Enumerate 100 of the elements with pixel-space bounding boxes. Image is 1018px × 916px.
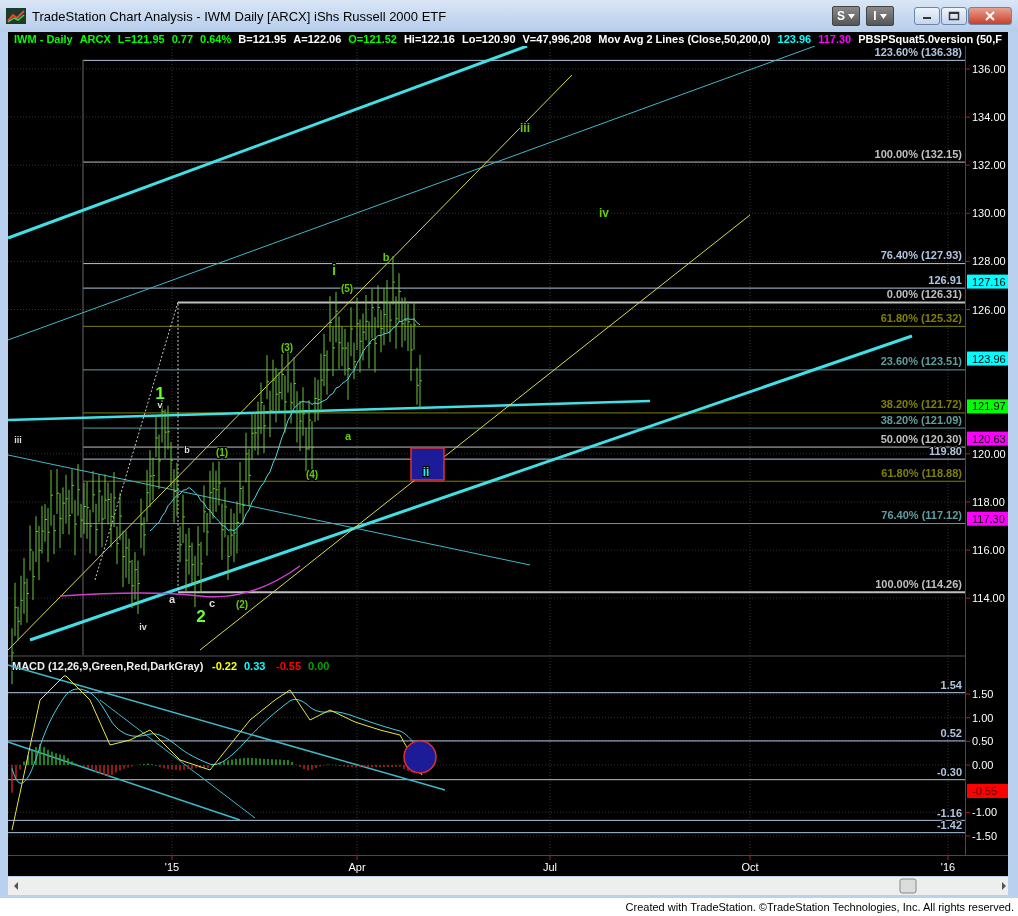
price-axis-label: 114.00 bbox=[972, 592, 1005, 605]
macd-reading: 0.00 bbox=[308, 660, 330, 672]
header-reading: L=121.95 bbox=[117, 32, 165, 46]
chart-icon bbox=[6, 8, 26, 24]
header-reading: 117.30 bbox=[818, 32, 852, 46]
header-reading: 123.96 bbox=[777, 32, 812, 46]
fib-level-label: 61.80% (118.88) bbox=[881, 466, 962, 479]
wave-label: c bbox=[208, 597, 216, 609]
header-reading: ARCX bbox=[79, 32, 111, 46]
header-reading: Mov Avg 2 Lines (Close,50,200,0) bbox=[598, 32, 771, 46]
macd-level-label: 0.52 bbox=[940, 727, 962, 740]
scroll-right-icon[interactable] bbox=[1002, 882, 1006, 890]
fib-level-label: 50.00% (120.30) bbox=[880, 432, 962, 445]
wave-label: (2) bbox=[235, 599, 249, 610]
price-axis-label: 134.00 bbox=[972, 111, 1006, 124]
header-reading: B=121.95 bbox=[238, 32, 287, 46]
fib-level-label: 61.80% (125.32) bbox=[880, 311, 962, 324]
wave-label: (1) bbox=[215, 447, 229, 458]
header-reading: V=47,996,208 bbox=[522, 32, 592, 46]
time-axis-label: Oct bbox=[741, 861, 759, 873]
wave-label: iv bbox=[599, 206, 609, 220]
fib-level-label: 100.00% (114.26) bbox=[875, 577, 962, 590]
dropdown-button[interactable]: S bbox=[832, 6, 860, 26]
close-icon bbox=[984, 11, 996, 21]
price-axis-label: 132.00 bbox=[972, 159, 1006, 172]
window-title: TradeStation Chart Analysis - IWM Daily [ARCX] iShs Russell 2000 ETF bbox=[32, 8, 447, 24]
target-zone-box bbox=[410, 447, 445, 481]
close-button[interactable] bbox=[968, 7, 1012, 25]
wave-label: 2 bbox=[196, 607, 206, 626]
macd-axis-label: 1.50 bbox=[972, 688, 994, 701]
fib-level-label: 76.40% (127.93) bbox=[880, 249, 962, 262]
macd-reading: 0.33 bbox=[244, 660, 266, 672]
time-axis-label: '16 bbox=[940, 861, 956, 873]
fib-level-label: 126.91 bbox=[928, 273, 962, 286]
macd-title: MACD (12,26,9,Green,Red,DarkGray) bbox=[12, 660, 204, 672]
time-axis-label: '15 bbox=[164, 861, 180, 873]
fib-level-label: 38.20% (121.72) bbox=[880, 398, 962, 411]
macd-level-label: -0.30 bbox=[936, 766, 962, 779]
maximize-button[interactable] bbox=[941, 7, 967, 25]
fib-level-label: 119.80 bbox=[928, 444, 962, 457]
header-reading: Hi=122.16 bbox=[403, 32, 455, 46]
wave-label: i bbox=[331, 261, 337, 278]
price-axis-label: 120.00 bbox=[972, 447, 1006, 460]
horizontal-scrollbar[interactable] bbox=[8, 877, 1008, 895]
macd-reading: -0.55 bbox=[276, 660, 302, 672]
fib-level-label: 100.00% (132.15) bbox=[874, 147, 962, 160]
fib-level-label: 38.20% (121.09) bbox=[880, 413, 962, 426]
maximize-icon bbox=[948, 11, 960, 21]
price-badge-label: 121.97 bbox=[972, 400, 1006, 413]
wave-label: a bbox=[344, 430, 352, 442]
macd-axis-label: -1.00 bbox=[972, 806, 998, 819]
price-axis-label: 118.00 bbox=[972, 495, 1005, 508]
header-reading: Lo=120.90 bbox=[462, 32, 516, 46]
macd-reading: -0.22 bbox=[212, 660, 238, 672]
wave-label: (3) bbox=[280, 342, 294, 353]
price-badge-label: 123.96 bbox=[972, 352, 1006, 365]
macd-level-label: 1.54 bbox=[940, 679, 962, 692]
fib-level-label: 123.60% (136.38) bbox=[874, 46, 962, 58]
wave-label: b bbox=[382, 251, 390, 263]
fib-level-label: 23.60% (123.51) bbox=[880, 355, 962, 368]
price-badge-label: 117.30 bbox=[972, 512, 1005, 525]
price-axis-label: 128.00 bbox=[972, 255, 1006, 268]
wave-label: iii bbox=[14, 435, 22, 445]
header-reading: A=122.06 bbox=[293, 32, 342, 46]
macd-badge-label: -0.55 bbox=[972, 785, 998, 797]
wave-label: a bbox=[168, 593, 176, 605]
fib-level-label: 76.40% (117.12) bbox=[881, 509, 962, 522]
price-axis-label: 136.00 bbox=[972, 63, 1006, 75]
price-axis-label: 126.00 bbox=[972, 303, 1006, 316]
price-axis-label: 116.00 bbox=[972, 544, 1005, 556]
caret-icon bbox=[879, 14, 887, 20]
wave-label: v bbox=[157, 400, 163, 410]
macd-axis-label: 0.00 bbox=[972, 759, 994, 771]
highlight-circle bbox=[403, 740, 437, 774]
macd-level-label: -1.42 bbox=[936, 819, 962, 832]
copyright-text: Created with TradeStation. ©TradeStation Technologies, Inc. All rights reserved. bbox=[625, 901, 1014, 913]
header-reading: 0.64% bbox=[200, 32, 232, 46]
scrollbar-thumb[interactable] bbox=[899, 878, 917, 894]
macd-axis-label: -1.50 bbox=[972, 829, 998, 842]
caret-icon bbox=[848, 14, 855, 20]
wave-label: 1 bbox=[155, 384, 165, 403]
wave-label: ii bbox=[422, 465, 430, 479]
header-reading: O=121.52 bbox=[348, 32, 397, 46]
header-reading: IWM - Daily bbox=[14, 32, 73, 46]
wave-label: (4) bbox=[305, 469, 319, 480]
macd-level-label: -1.16 bbox=[936, 806, 962, 819]
price-badge-label: 120.63 bbox=[972, 432, 1006, 445]
macd-axis-label: 1.00 bbox=[972, 711, 994, 724]
price-axis-label: 130.00 bbox=[972, 207, 1006, 220]
header-reading: PBSPSquat5.0version (50,F bbox=[858, 32, 1002, 46]
macd-axis-label: 0.50 bbox=[972, 735, 994, 748]
wave-label: iv bbox=[139, 622, 147, 632]
price-badge-label: 127.16 bbox=[972, 275, 1006, 288]
fib-level-label: 0.00% (126.31) bbox=[886, 288, 962, 301]
dropdown-button[interactable]: I bbox=[866, 6, 894, 26]
wave-label: iii bbox=[520, 121, 530, 135]
scroll-left-icon[interactable] bbox=[14, 882, 18, 890]
header-reading: 0.77 bbox=[171, 32, 194, 46]
time-axis-label: Apr bbox=[348, 861, 366, 873]
minimize-button[interactable] bbox=[914, 7, 940, 25]
